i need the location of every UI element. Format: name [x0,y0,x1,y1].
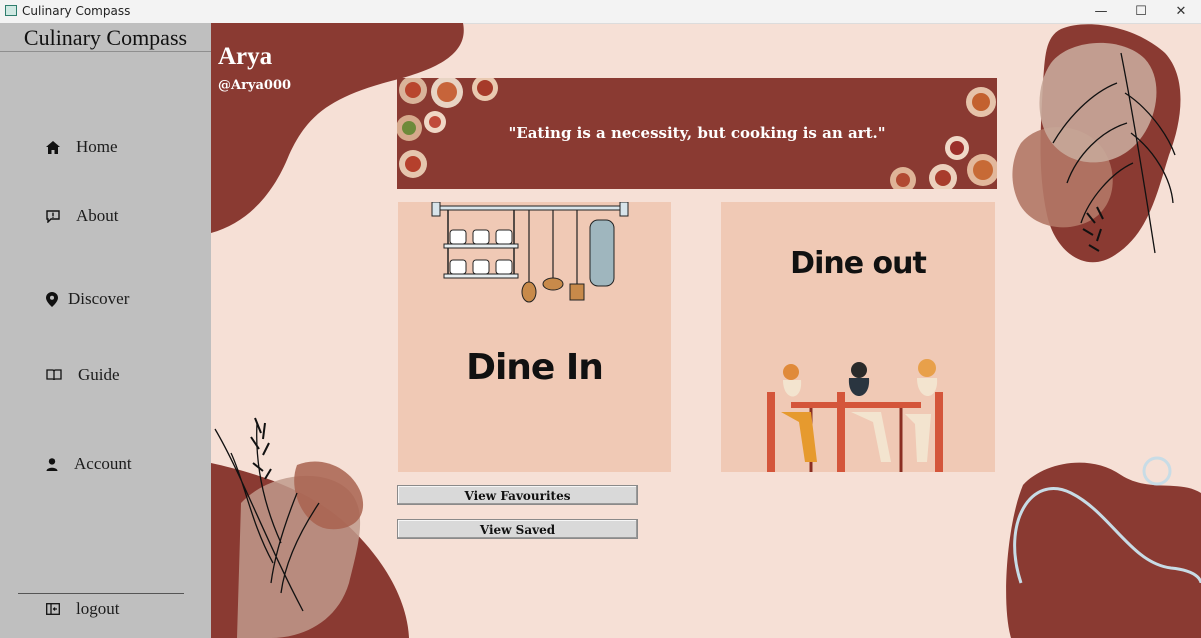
logout-icon [46,603,60,615]
user-name: Arya [218,43,273,70]
dining-friends-illustration [767,359,943,472]
app-icon [5,5,17,16]
dine-out-card[interactable]: Dine out [721,202,995,472]
home-icon [46,140,60,154]
sidebar-item-label: Home [76,137,118,156]
quote-banner: "Eating is a necessity, but cooking is a… [397,78,997,189]
logout-button[interactable]: logout [46,599,119,619]
about-icon [46,209,60,223]
bottom-right-blob [1006,462,1201,638]
sidebar-item-discover[interactable]: Discover [46,289,129,309]
logout-divider [18,593,184,594]
dine-in-card[interactable]: Dine In [398,202,671,472]
window-title: Culinary Compass [22,4,131,18]
sidebar-item-label: Guide [78,365,120,384]
bottom-left-plant-sprig [250,417,272,480]
brand-title: Culinary Compass [23,25,188,50]
sidebar: Culinary Compass Home About Discover Gui… [0,23,211,638]
location-pin-icon [46,291,58,307]
window-titlebar: Culinary Compass — ☐ ✕ [0,0,1201,24]
user-icon [46,457,58,471]
bottom-right-ring [1142,456,1172,486]
view-saved-button[interactable]: View Saved [397,519,638,539]
sidebar-item-about[interactable]: About [46,206,119,226]
brand-divider [0,51,211,52]
sidebar-item-label: About [76,206,119,225]
sidebar-item-label: Discover [68,289,130,308]
sidebar-item-account[interactable]: Account [46,454,132,474]
book-icon [46,369,62,381]
dine-in-title: Dine In [466,347,604,388]
sidebar-item-home[interactable]: Home [46,137,118,157]
sidebar-item-label: Account [74,454,132,473]
maximize-button[interactable]: ☐ [1121,0,1161,23]
kitchen-utensils-illustration [431,202,629,303]
sidebar-item-guide[interactable]: Guide [46,365,120,385]
logout-label: logout [76,599,120,618]
close-button[interactable]: ✕ [1161,0,1201,23]
user-handle: @Arya000 [218,78,292,93]
banner-quote: "Eating is a necessity, but cooking is a… [508,124,886,142]
minimize-button[interactable]: — [1081,0,1121,23]
main-content: Arya @Arya000 "Eating is a necessity, bu… [211,23,1201,638]
dine-out-title: Dine out [790,246,927,281]
view-favourites-button[interactable]: View Favourites [397,485,638,505]
